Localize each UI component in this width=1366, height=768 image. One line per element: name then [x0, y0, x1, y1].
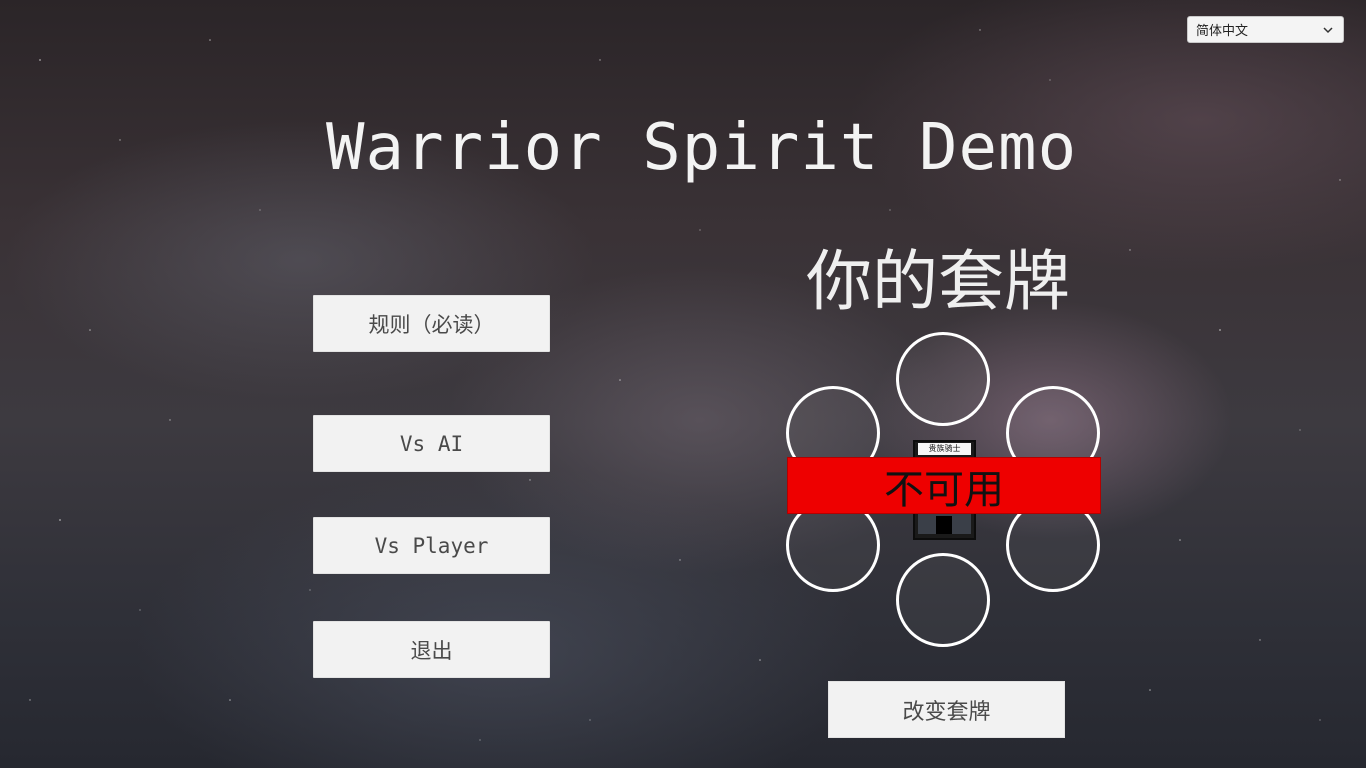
- language-select[interactable]: 简体中文: [1187, 16, 1344, 43]
- vs-ai-button[interactable]: Vs AI: [313, 415, 550, 472]
- deck-title: 你的套牌: [806, 243, 1070, 320]
- card-art: [918, 514, 971, 534]
- deck-slot-bottom[interactable]: [896, 553, 990, 647]
- vs-player-button[interactable]: Vs Player: [313, 517, 550, 574]
- change-deck-button[interactable]: 改变套牌: [828, 681, 1065, 738]
- deck-slot-top[interactable]: [896, 332, 990, 426]
- deck-unavailable-banner: 不可用: [787, 457, 1101, 514]
- card-name: 贵族骑士: [918, 443, 971, 455]
- chevron-down-icon: [1323, 26, 1333, 33]
- rules-button[interactable]: 规则（必读）: [313, 295, 550, 352]
- quit-button[interactable]: 退出: [313, 621, 550, 678]
- language-select-value: 简体中文: [1196, 24, 1249, 39]
- game-title: Warrior Spirit Demo: [326, 111, 1078, 185]
